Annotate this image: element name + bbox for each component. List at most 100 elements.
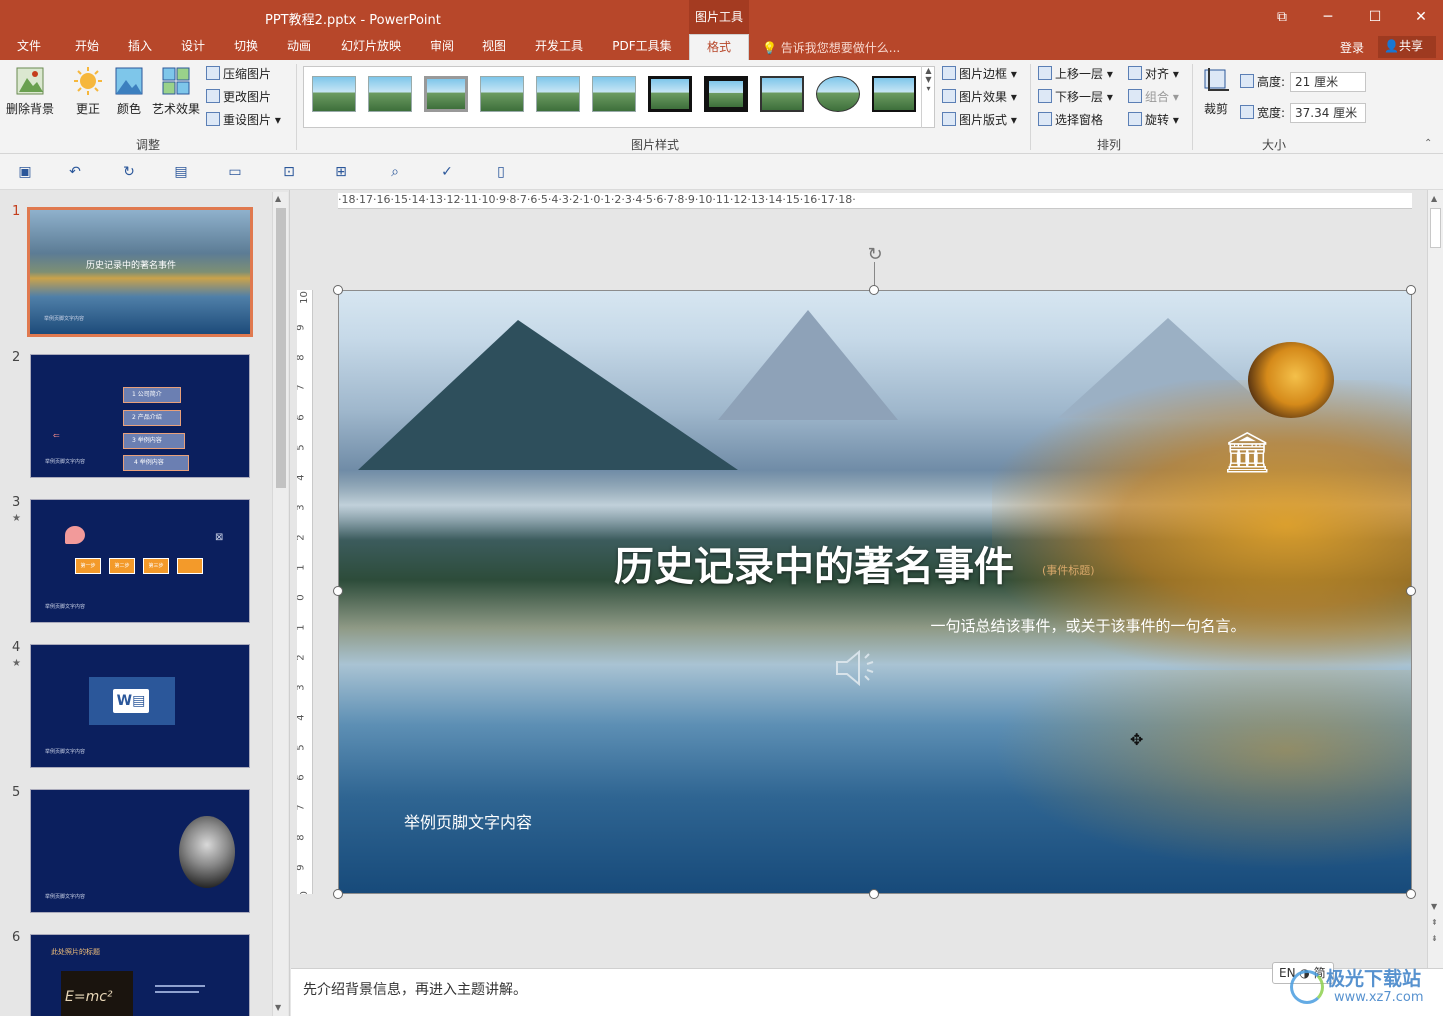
- resize-handle-bottom-right[interactable]: [1406, 889, 1416, 899]
- toc-item: 2 产品介绍: [123, 410, 181, 426]
- slide-thumbnail-6[interactable]: 此处照片的标题 E=mc²: [30, 934, 250, 1016]
- height-input[interactable]: 21 厘米: [1290, 72, 1366, 92]
- remove-background-button[interactable]: 删除背景: [4, 66, 56, 117]
- speaker-audio-icon[interactable]: [833, 646, 883, 690]
- minimize-button[interactable]: ─: [1317, 6, 1339, 28]
- thumbnail-scrollbar[interactable]: ▲ ▼: [272, 192, 288, 1016]
- picture-layout-button[interactable]: 图片版式 ▾: [942, 110, 1017, 130]
- resize-handle-right[interactable]: [1406, 586, 1416, 596]
- ribbon-display-options-button[interactable]: ⧉: [1271, 6, 1293, 28]
- close-button[interactable]: ✕: [1410, 6, 1432, 28]
- tab-home[interactable]: 开始: [64, 34, 110, 60]
- align-button[interactable]: 对齐 ▾: [1128, 64, 1179, 84]
- new-slide-icon[interactable]: ▤: [172, 163, 190, 181]
- slide-footer[interactable]: 举例页脚文字内容: [404, 809, 532, 833]
- layout-icon[interactable]: ▭: [226, 163, 244, 181]
- resize-handle-top-right[interactable]: [1406, 285, 1416, 295]
- spell-check-icon[interactable]: ✓: [438, 163, 456, 181]
- height-icon: [1240, 74, 1254, 88]
- scroll-down-icon[interactable]: ▼: [1431, 902, 1437, 911]
- tab-format[interactable]: 格式: [689, 34, 749, 60]
- scroll-down-icon[interactable]: ▼: [275, 1003, 281, 1012]
- style-soft-edge-rect[interactable]: [592, 76, 636, 112]
- portrait-photo: [179, 816, 235, 888]
- style-oval[interactable]: [816, 76, 860, 112]
- tab-transitions[interactable]: 切换: [223, 34, 269, 60]
- picture-effects-button[interactable]: 图片效果 ▾: [942, 87, 1017, 107]
- style-thick-matte-black[interactable]: [704, 76, 748, 112]
- undo-icon[interactable]: ↶: [66, 163, 84, 181]
- tab-review[interactable]: 审阅: [419, 34, 465, 60]
- style-simple-black[interactable]: [872, 76, 916, 112]
- corrections-button[interactable]: 更正: [70, 66, 106, 117]
- next-slide-icon[interactable]: ⇟: [1431, 934, 1438, 943]
- rotate-button[interactable]: 旋转 ▾: [1128, 110, 1179, 130]
- style-soft-edge[interactable]: [368, 76, 412, 112]
- notes-text[interactable]: 先介绍背景信息，再进入主题讲解。: [303, 979, 527, 999]
- reset-picture-button[interactable]: 重设图片 ▾: [206, 110, 281, 130]
- slide-scrollbar[interactable]: ▲ ▼ ⇞ ⇟: [1427, 190, 1443, 968]
- slide-thumbnail-4[interactable]: W▤ 举例页脚文字内容: [30, 644, 250, 768]
- picture-border-button[interactable]: 图片边框 ▾: [942, 64, 1017, 84]
- tab-view[interactable]: 视图: [471, 34, 517, 60]
- scroll-up-icon[interactable]: ▲: [1431, 194, 1437, 203]
- slide-title-tag[interactable]: (事件标题): [1042, 562, 1095, 578]
- maple-leaf-photo[interactable]: [1248, 342, 1334, 418]
- collapse-ribbon-icon[interactable]: ⌃: [1424, 138, 1432, 149]
- artistic-effects-button[interactable]: 艺术效果: [150, 66, 202, 117]
- login-link[interactable]: 登录: [1340, 39, 1364, 56]
- resize-handle-top[interactable]: [869, 285, 879, 295]
- redo-icon[interactable]: ↻: [120, 163, 138, 181]
- share-button[interactable]: 👤共享: [1378, 36, 1436, 58]
- crop-button[interactable]: 裁剪: [1198, 66, 1234, 117]
- slide-thumbnail-2[interactable]: 1 公司简介 2 产品介绍 3 举例内容 4 举例内容 ⇐ 举例页脚文字内容: [30, 354, 250, 478]
- style-double-frame-black[interactable]: [648, 76, 692, 112]
- style-drop-shadow[interactable]: [480, 76, 524, 112]
- style-reflected[interactable]: [536, 76, 580, 112]
- compress-pictures-button[interactable]: 压缩图片: [206, 64, 271, 84]
- previous-slide-icon[interactable]: ⇞: [1431, 918, 1438, 927]
- slide-thumbnail-5[interactable]: 举例页脚文字内容: [30, 789, 250, 913]
- width-input[interactable]: 37.34 厘米: [1290, 103, 1366, 123]
- tab-developer[interactable]: 开发工具: [527, 34, 591, 60]
- tab-animations[interactable]: 动画: [276, 34, 322, 60]
- slide-thumbnail-1[interactable]: 历史记录中的著名事件 举例页脚文字内容: [27, 207, 253, 337]
- tab-design[interactable]: 设计: [170, 34, 216, 60]
- style-metal-frame[interactable]: [424, 76, 468, 112]
- selection-pane-button[interactable]: 选择窗格: [1038, 110, 1103, 130]
- present-icon[interactable]: ⊞: [332, 163, 350, 181]
- text-line: [155, 985, 205, 987]
- tab-slideshow[interactable]: 幻灯片放映: [333, 34, 409, 60]
- resize-handle-bottom-left[interactable]: [333, 889, 343, 899]
- change-picture-button[interactable]: 更改图片: [206, 87, 271, 107]
- document-icon[interactable]: ▯: [492, 163, 510, 181]
- color-button[interactable]: 颜色: [112, 66, 146, 117]
- tell-me-search[interactable]: 💡 告诉我您想要做什么...: [762, 39, 900, 56]
- bring-forward-button[interactable]: 上移一层 ▾: [1038, 64, 1113, 84]
- rotate-handle-icon[interactable]: ↻: [864, 244, 886, 266]
- send-backward-button[interactable]: 下移一层 ▾: [1038, 87, 1113, 107]
- group-button[interactable]: 组合 ▾: [1128, 87, 1179, 107]
- tab-pdf-tools[interactable]: PDF工具集: [603, 34, 681, 60]
- slide-title[interactable]: 历史记录中的著名事件: [614, 534, 1014, 592]
- style-simple-frame[interactable]: [312, 76, 356, 112]
- print-preview-icon[interactable]: ⌕: [386, 163, 404, 181]
- from-beginning-icon[interactable]: ⊡: [280, 163, 298, 181]
- maximize-button[interactable]: ☐: [1364, 6, 1386, 28]
- ionic-column-icon[interactable]: 🏛: [1222, 430, 1273, 476]
- slide-thumbnail-3[interactable]: 第一步 第二步 第三步 ⊠ 举例页脚文字内容: [30, 499, 250, 623]
- gallery-scroll[interactable]: ▲ ▼ ▾: [921, 66, 935, 128]
- scrollbar-thumb[interactable]: [1430, 208, 1441, 248]
- scrollbar-thumb[interactable]: [276, 208, 286, 488]
- resize-handle-bottom[interactable]: [869, 889, 879, 899]
- style-beveled-matte[interactable]: [760, 76, 804, 112]
- tab-insert[interactable]: 插入: [117, 34, 163, 60]
- resize-handle-left[interactable]: [333, 586, 343, 596]
- slide-canvas[interactable]: 🏛 历史记录中的著名事件 (事件标题) 一句话总结该事件，或关于该事件的一句名言…: [338, 290, 1412, 894]
- slide-subtitle[interactable]: 一句话总结该事件，或关于该事件的一句名言。: [928, 617, 1248, 636]
- scroll-up-icon[interactable]: ▲: [275, 194, 281, 203]
- notes-pane[interactable]: 先介绍背景信息，再进入主题讲解。: [291, 968, 1443, 1016]
- tab-file[interactable]: 文件: [6, 34, 52, 60]
- save-icon[interactable]: ▣: [16, 163, 34, 181]
- resize-handle-top-left[interactable]: [333, 285, 343, 295]
